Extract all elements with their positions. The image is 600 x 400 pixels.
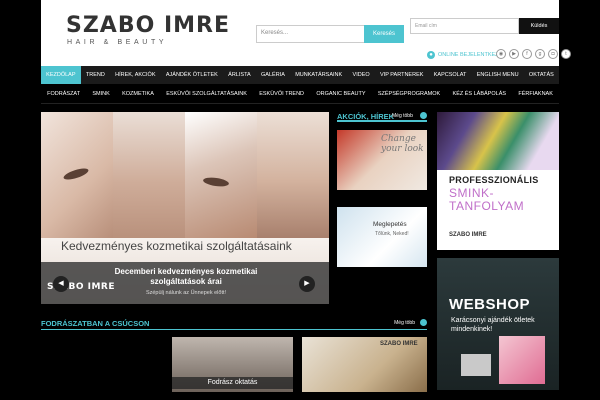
makeup-course-banner[interactable]: PROFESSZIONÁLIS SMINK-TANFOLYAM SZABO IM… — [437, 112, 559, 250]
slide-caption-subtitle: Szépülj nálunk az Ünnepek előtt! — [145, 290, 227, 296]
thumb-logo: SZABO IMRE — [380, 341, 418, 347]
eyelash-shape — [62, 166, 90, 182]
banner-subtitle: Karácsonyi ajándék ötletek mindenkinek! — [451, 317, 535, 333]
social-links: ◉ ▶ f g ◘ t — [496, 49, 571, 59]
subnav-item-wedding-services[interactable]: ESKÜVŐI SZOLGÁLTATÁSAINK — [160, 84, 253, 103]
news-more-icon[interactable] — [420, 112, 427, 119]
search-input[interactable]: Keresés... Keresés — [256, 25, 404, 43]
slide-caption-title[interactable]: Decemberi kedvezményes kozmetikai szolgá… — [111, 267, 261, 287]
nav-item-english-menu[interactable]: ENGLISH MENU — [472, 66, 524, 84]
nav-item-gallery[interactable]: GALÉRIA — [256, 66, 290, 84]
thumb-hairdresser-training[interactable]: Fodrász oktatás — [172, 337, 293, 392]
logo-tagline: HAIR & BEAUTY — [67, 39, 168, 46]
news-title: AKCIÓK, HÍREK — [337, 112, 395, 121]
instagram-icon[interactable]: ◘ — [548, 49, 558, 59]
news-header: AKCIÓK, HÍREK Még több — [337, 112, 427, 122]
section-more-link[interactable]: Még több — [394, 320, 415, 326]
twitter-icon[interactable]: t — [561, 49, 571, 59]
subnav-item-for-men[interactable]: FÉRFIAKNAK — [512, 84, 559, 103]
search-button[interactable]: Keresés — [364, 25, 404, 43]
subnav-item-organic-beauty[interactable]: ORGANIC BEAUTY — [310, 84, 372, 103]
page: SZABO IMRE HAIR & BEAUTY Keresés... Kere… — [0, 0, 600, 400]
news-card-surprise[interactable]: Meglepetés Tőlünk, Neked! — [337, 207, 427, 267]
nav-item-gift-ideas[interactable]: AJÁNDÉK ÖTLETEK — [161, 66, 223, 84]
search-placeholder: Keresés... — [261, 30, 289, 36]
subnav-item-beauty-programs[interactable]: SZÉPSÉGPROGRAMOK — [372, 84, 447, 103]
rss-icon[interactable]: ◉ — [496, 49, 506, 59]
email-field[interactable]: Email cím — [410, 18, 519, 34]
nav-item-trend[interactable]: TREND — [81, 66, 110, 84]
booking-icon: ● — [427, 51, 435, 59]
nav-item-home[interactable]: KEZDŐLAP — [41, 66, 81, 84]
nav-item-news[interactable]: HÍREK, AKCIÓK — [110, 66, 161, 84]
thumb-hairstyle[interactable]: SZABO IMRE — [302, 337, 427, 392]
hero-slider[interactable]: Kedvezményes kozmetikai szolgáltatásaink… — [41, 112, 329, 304]
hairdressing-header: FODRÁSZATBAN A CSÚCSON Még több — [41, 318, 427, 330]
subnav-item-makeup[interactable]: SMINK — [86, 84, 116, 103]
news-card-title: Change your look — [381, 134, 424, 154]
subnav-item-wedding-trend[interactable]: ESKÜVŐI TREND — [253, 84, 310, 103]
facebook-icon[interactable]: f — [522, 49, 532, 59]
subnav-item-cosmetics[interactable]: KOZMETIKA — [116, 84, 160, 103]
news-more-link[interactable]: Még több — [392, 113, 413, 119]
slide-headline: Kedvezményes kozmetikai szolgáltatásaink — [61, 239, 292, 253]
google-plus-icon[interactable]: g — [535, 49, 545, 59]
slider-next-button[interactable]: ▶ — [299, 276, 315, 292]
nav-item-training[interactable]: OKTATÁS — [524, 66, 559, 84]
makeup-eye-image — [437, 112, 559, 170]
news-card-title: Meglepetés — [373, 221, 407, 228]
logo[interactable]: SZABO IMRE HAIR & BEAUTY — [66, 13, 230, 47]
send-button[interactable]: Küldés — [519, 18, 559, 34]
slider-prev-button[interactable]: ◀ — [53, 276, 69, 292]
slide-photo-face — [113, 112, 185, 238]
slide-photo-eye — [41, 112, 113, 238]
banner-title: PROFESSZIONÁLIS — [449, 175, 539, 185]
nav-item-staff[interactable]: MUNKATÁRSAINK — [290, 66, 347, 84]
webshop-banner[interactable]: WEBSHOP Karácsonyi ajándék ötletek minde… — [437, 258, 559, 390]
thumb-label: Fodrász oktatás — [172, 377, 293, 389]
nav-item-video[interactable]: VIDEO — [347, 66, 374, 84]
slide-photo-model — [257, 112, 329, 238]
gift-box-image — [461, 354, 491, 376]
section-more-icon[interactable] — [420, 319, 427, 326]
slide-photo-treatment — [185, 112, 257, 238]
news-card-change-your-look[interactable]: Change your look — [337, 130, 427, 190]
banner-subtitle: SMINK-TANFOLYAM — [449, 186, 525, 213]
logo-name: SZABO IMRE — [66, 13, 230, 38]
subnav-item-hand-foot-care[interactable]: KÉZ ÉS LÁBÁPOLÁS — [446, 84, 512, 103]
nav-item-contact[interactable]: KAPCSOLAT — [429, 66, 472, 84]
nav-item-vip-partners[interactable]: VIP PARTNEREK — [375, 66, 429, 84]
news-card-subtitle: Tőlünk, Neked! — [375, 231, 409, 237]
section-title: FODRÁSZATBAN A CSÚCSON — [41, 319, 150, 328]
banner-logo: SZABO IMRE — [449, 232, 487, 238]
youtube-icon[interactable]: ▶ — [509, 49, 519, 59]
eye-shape — [202, 176, 230, 188]
subnav-item-hairdressing[interactable]: FODRÁSZAT — [41, 84, 86, 103]
email-placeholder: Email cím — [415, 23, 437, 29]
primary-nav: KEZDŐLAP TREND HÍREK, AKCIÓK AJÁNDÉK ÖTL… — [41, 66, 559, 84]
nav-item-pricelist[interactable]: ÁRLISTA — [223, 66, 256, 84]
banner-title: WEBSHOP — [449, 296, 531, 313]
secondary-nav: FODRÁSZAT SMINK KOZMETIKA ESKÜVŐI SZOLGÁ… — [41, 84, 559, 104]
online-booking-link[interactable]: ● ONLINE BEJELENTKEZÉS — [427, 51, 506, 59]
shopping-bag-image — [499, 336, 545, 384]
